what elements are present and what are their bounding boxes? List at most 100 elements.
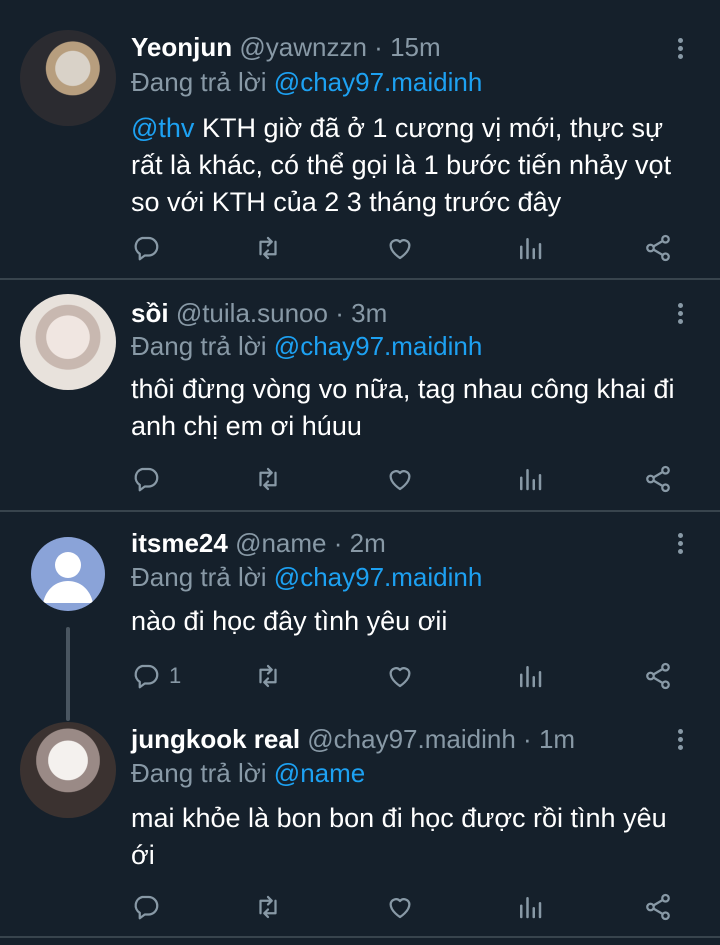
replying-to: Đang trả lời @chay97.maidinh [131, 67, 482, 97]
display-name[interactable]: jungkook real [131, 724, 300, 754]
tweet-text-content: KTH giờ đã ở 1 cương vị mới, thực sự rất… [131, 113, 672, 217]
tweet-text-content: thôi đừng vòng vo nữa, tag nhau công kha… [131, 374, 675, 441]
heart-icon [389, 470, 411, 491]
tweet-text: @thv KTH giờ đã ở 1 cương vị mới, thực s… [131, 110, 691, 221]
share-button[interactable] [643, 232, 673, 264]
more-vertical-icon[interactable] [672, 726, 688, 754]
like-button[interactable] [385, 463, 415, 495]
replying-to-label: Đang trả lời [131, 331, 267, 361]
analytics-icon [520, 666, 542, 688]
user-handle[interactable]: @tuila.sunoo [176, 298, 328, 328]
timestamp: 15m [390, 32, 441, 62]
heart-icon [389, 898, 411, 919]
reply-icon [134, 467, 159, 492]
tweet-header: Yeonjun @yawnzzn · 15m [131, 32, 441, 62]
reply-icon [134, 664, 159, 689]
timestamp: 2m [349, 528, 386, 558]
retweet-button[interactable] [253, 660, 283, 692]
default-avatar-icon [43, 552, 93, 603]
share-button[interactable] [643, 891, 673, 923]
tweet-actions: 1 [131, 660, 691, 692]
more-vertical-icon[interactable] [672, 35, 688, 63]
reply-button[interactable] [131, 891, 169, 923]
separator-dot: · [374, 32, 383, 62]
divider [0, 936, 720, 938]
replying-to-mention[interactable]: @chay97.maidinh [274, 331, 483, 361]
tweet-header: jungkook real @chay97.maidinh · 1m [131, 724, 575, 754]
tweet-text-content: nào đi học đây tình yêu ơii [131, 606, 448, 636]
tweet-text: thôi đừng vòng vo nữa, tag nhau công kha… [131, 371, 691, 445]
tweet-header: sồi @tuila.sunoo · 3m [131, 298, 387, 328]
mention-link[interactable]: @thv [131, 113, 194, 143]
retweet-icon [259, 467, 277, 491]
like-button[interactable] [385, 660, 415, 692]
retweet-button[interactable] [253, 463, 283, 495]
analytics-icon [520, 469, 542, 491]
like-button[interactable] [385, 891, 415, 923]
reply-button[interactable]: 1 [131, 660, 181, 692]
analytics-button[interactable] [515, 232, 545, 264]
display-name[interactable]: itsme24 [131, 528, 228, 558]
heart-icon [389, 239, 411, 260]
tweet-yeonjun[interactable]: Yeonjun @yawnzzn · 15m Đang trả lời @cha… [0, 0, 720, 278]
display-name[interactable]: sồi [131, 298, 169, 328]
replying-to-mention[interactable]: @chay97.maidinh [274, 562, 483, 592]
share-icon [646, 234, 670, 262]
avatar[interactable] [20, 294, 116, 390]
reply-button[interactable] [131, 232, 169, 264]
tweet-text: nào đi học đây tình yêu ơii [131, 603, 691, 640]
retweet-button[interactable] [253, 891, 283, 923]
replying-to-mention[interactable]: @chay97.maidinh [274, 67, 483, 97]
tweet-actions [131, 463, 691, 495]
retweet-icon [259, 895, 277, 919]
replying-to-label: Đang trả lời [131, 67, 267, 97]
timestamp: 1m [538, 724, 576, 754]
share-icon [646, 662, 670, 690]
avatar[interactable] [20, 30, 116, 126]
tweet-jungkook-real[interactable]: jungkook real @chay97.maidinh · 1m Đang … [0, 712, 720, 936]
tweet-text-content: mai khỏe là bon bon đi học được rồi tình… [131, 803, 667, 870]
share-button[interactable] [643, 463, 673, 495]
analytics-icon [520, 238, 542, 260]
replying-to: Đang trả lời @chay97.maidinh [131, 562, 482, 592]
separator-dot: · [523, 724, 532, 754]
tweet-itsme24[interactable]: itsme24 @name · 2m Đang trả lời @chay97.… [0, 512, 720, 712]
replying-to-label: Đang trả lời [131, 562, 267, 592]
reply-icon [134, 895, 159, 920]
share-icon [646, 465, 670, 493]
share-icon [646, 893, 670, 921]
heart-icon [389, 667, 411, 688]
retweet-button[interactable] [253, 232, 283, 264]
timestamp: 3m [351, 298, 388, 328]
user-handle[interactable]: @name [235, 528, 326, 558]
tweet-actions [131, 232, 691, 264]
replying-to: Đang trả lời @chay97.maidinh [131, 331, 482, 361]
reply-count: 1 [169, 663, 182, 688]
share-button[interactable] [643, 660, 673, 692]
analytics-button[interactable] [515, 660, 545, 692]
tweet-text: mai khỏe là bon bon đi học được rồi tình… [131, 800, 691, 874]
replying-to: Đang trả lời @name [131, 758, 365, 788]
more-vertical-icon[interactable] [672, 530, 688, 558]
retweet-icon [259, 236, 277, 260]
tweet-actions [131, 891, 691, 923]
analytics-button[interactable] [515, 463, 545, 495]
separator-dot: · [333, 528, 343, 558]
user-handle[interactable]: @chay97.maidinh [307, 724, 516, 754]
tweet-header: itsme24 @name · 2m [131, 528, 386, 558]
replying-to-label: Đang trả lời [131, 758, 267, 788]
display-name[interactable]: Yeonjun [131, 32, 232, 62]
like-button[interactable] [385, 232, 415, 264]
user-handle[interactable]: @yawnzzn [239, 32, 367, 62]
reply-button[interactable] [131, 463, 169, 495]
retweet-icon [259, 664, 277, 688]
reply-icon [134, 236, 159, 261]
replying-to-mention[interactable]: @name [274, 758, 365, 788]
analytics-icon [520, 897, 542, 919]
tweet-soi[interactable]: sồi @tuila.sunoo · 3m Đang trả lời @chay… [0, 280, 720, 510]
avatar[interactable] [20, 722, 116, 818]
analytics-button[interactable] [515, 891, 545, 923]
avatar[interactable] [31, 537, 105, 611]
separator-dot: · [335, 298, 344, 328]
more-vertical-icon[interactable] [672, 300, 688, 328]
